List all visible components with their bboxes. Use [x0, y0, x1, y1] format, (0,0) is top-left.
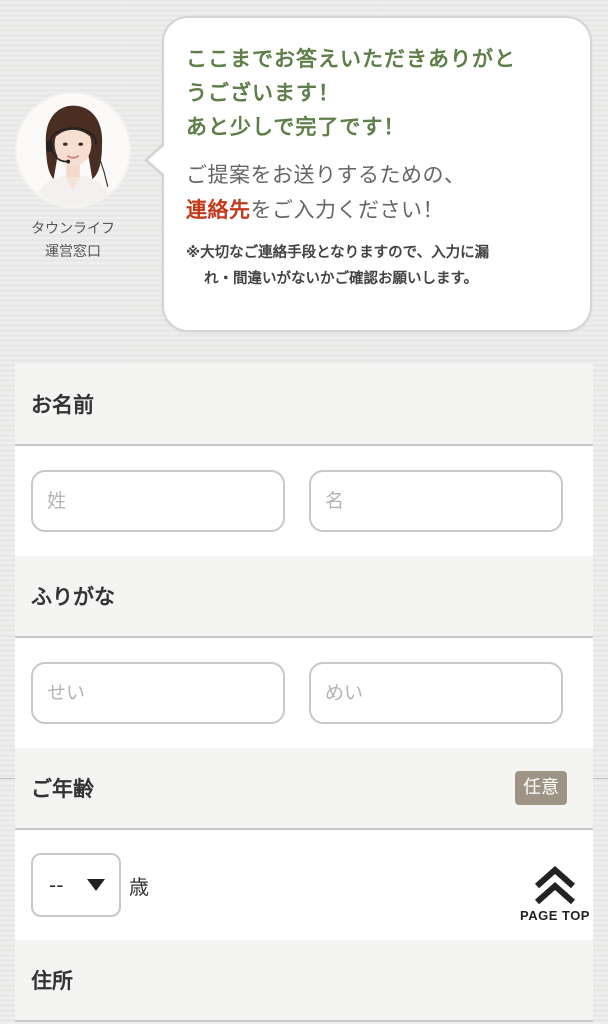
name-header: お名前	[15, 364, 593, 446]
proposal-line2: 連絡先をご入力ください！	[186, 193, 568, 228]
age-select[interactable]: --	[31, 853, 121, 917]
first-name-input[interactable]	[309, 470, 563, 532]
proposal-line1: ご提案をお送りするための、	[186, 163, 466, 187]
caution-note: ※大切なご連絡手段となりますので、入力に漏 れ・間違いがないかご確認お願いします…	[186, 240, 568, 292]
age-inputs: -- 歳	[15, 830, 593, 940]
operator-caption-line1: タウンライフ	[31, 221, 115, 237]
double-chevron-up-icon	[535, 866, 575, 905]
furigana-inputs	[15, 638, 593, 748]
age-label: ご年齢	[31, 777, 94, 801]
age-header: ご年齢 任意	[15, 748, 593, 830]
page: タウンライフ 運営窓口 ここまでお答えいただきありがと うございます！ あと少し…	[0, 0, 608, 1024]
greeting-message: ここまでお答えいただきありがと うございます！ あと少しで完了です！	[186, 42, 568, 144]
greeting-line3: あと少しで完了です！	[186, 115, 406, 139]
age-select-value: --	[49, 873, 64, 897]
name-inputs	[15, 446, 593, 556]
optional-badge: 任意	[515, 771, 567, 805]
age-unit: 歳	[129, 874, 149, 899]
greeting-line2: うございます！	[186, 81, 340, 105]
last-name-input[interactable]	[31, 470, 285, 532]
contact-highlight: 連絡先	[186, 198, 251, 222]
operator-portrait-icon	[17, 94, 129, 206]
name-label: お名前	[31, 393, 94, 417]
proposal-rest: をご入力ください！	[250, 198, 444, 222]
contact-form: お名前 ふりがな ご年齢 任意 -- 歳 住所	[15, 364, 593, 1022]
note-line2: れ・間違いがないかご確認お願いします。	[204, 271, 479, 287]
note-line1: ※大切なご連絡手段となりますので、入力に漏	[186, 245, 490, 261]
proposal-message: ご提案をお送りするための、 連絡先をご入力ください！	[186, 158, 568, 228]
speech-bubble: ここまでお答えいただきありがと うございます！ あと少しで完了です！ ご提案をお…	[144, 16, 592, 332]
bubble-tail-fill	[148, 144, 166, 176]
dropdown-arrow-icon	[87, 879, 105, 891]
last-name-kana-input[interactable]	[31, 662, 285, 724]
page-top-button[interactable]: PAGE TOP	[514, 866, 596, 923]
address-header: 住所	[15, 940, 593, 1022]
operator-caption-line2: 運営窓口	[45, 244, 101, 260]
page-top-label: PAGE TOP	[520, 908, 590, 923]
operator-avatar	[15, 92, 131, 208]
address-label: 住所	[31, 969, 73, 993]
greeting-line1: ここまでお答えいただきありがと	[186, 47, 516, 71]
operator: タウンライフ 運営窓口	[14, 92, 132, 264]
furigana-header: ふりがな	[15, 556, 593, 638]
first-name-kana-input[interactable]	[309, 662, 563, 724]
furigana-label: ふりがな	[31, 585, 115, 609]
operator-caption: タウンライフ 運営窓口	[14, 218, 132, 264]
